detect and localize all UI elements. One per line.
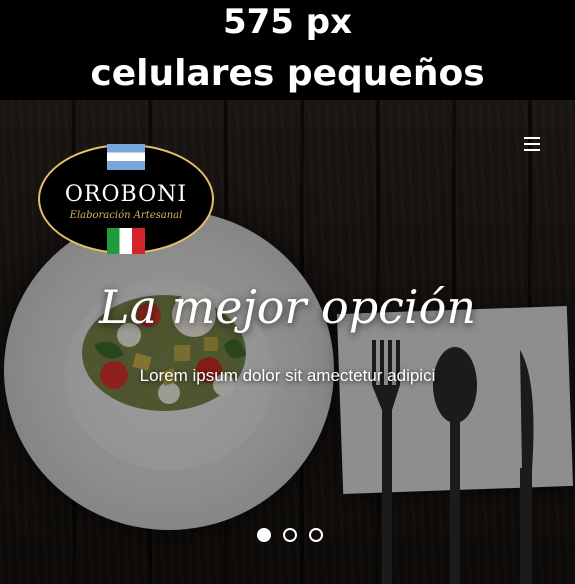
hero-headline: La mejor opción	[99, 280, 476, 334]
hamburger-menu-icon[interactable]	[520, 134, 544, 154]
carousel-dot-2[interactable]	[282, 528, 297, 542]
menu-bar-top	[524, 137, 540, 139]
logo-brand-name: OROBONI	[64, 182, 188, 207]
logo-tagline: Elaboración Artesanal	[69, 210, 183, 221]
banner-device-label: celulares pequeños	[90, 53, 485, 94]
carousel-indicators	[0, 528, 575, 550]
carousel-dot-1[interactable]	[256, 528, 271, 542]
menu-bar-middle	[524, 143, 540, 145]
hero-carousel: OROBONI Elaboración Artesanal La mejor o…	[0, 100, 575, 584]
menu-bar-bottom	[524, 149, 540, 151]
carousel-dot-3[interactable]	[308, 528, 323, 542]
screen-size-banner: 575 px celulares pequeños	[0, 0, 575, 100]
argentina-flag-icon	[107, 144, 145, 170]
hero-subheadline: Lorem ipsum dolor sit amectetur adipici	[139, 366, 436, 385]
banner-width-label: 575 px	[222, 2, 353, 42]
brand-logo[interactable]: OROBONI Elaboración Artesanal	[38, 140, 214, 258]
italy-flag-icon	[107, 228, 145, 254]
